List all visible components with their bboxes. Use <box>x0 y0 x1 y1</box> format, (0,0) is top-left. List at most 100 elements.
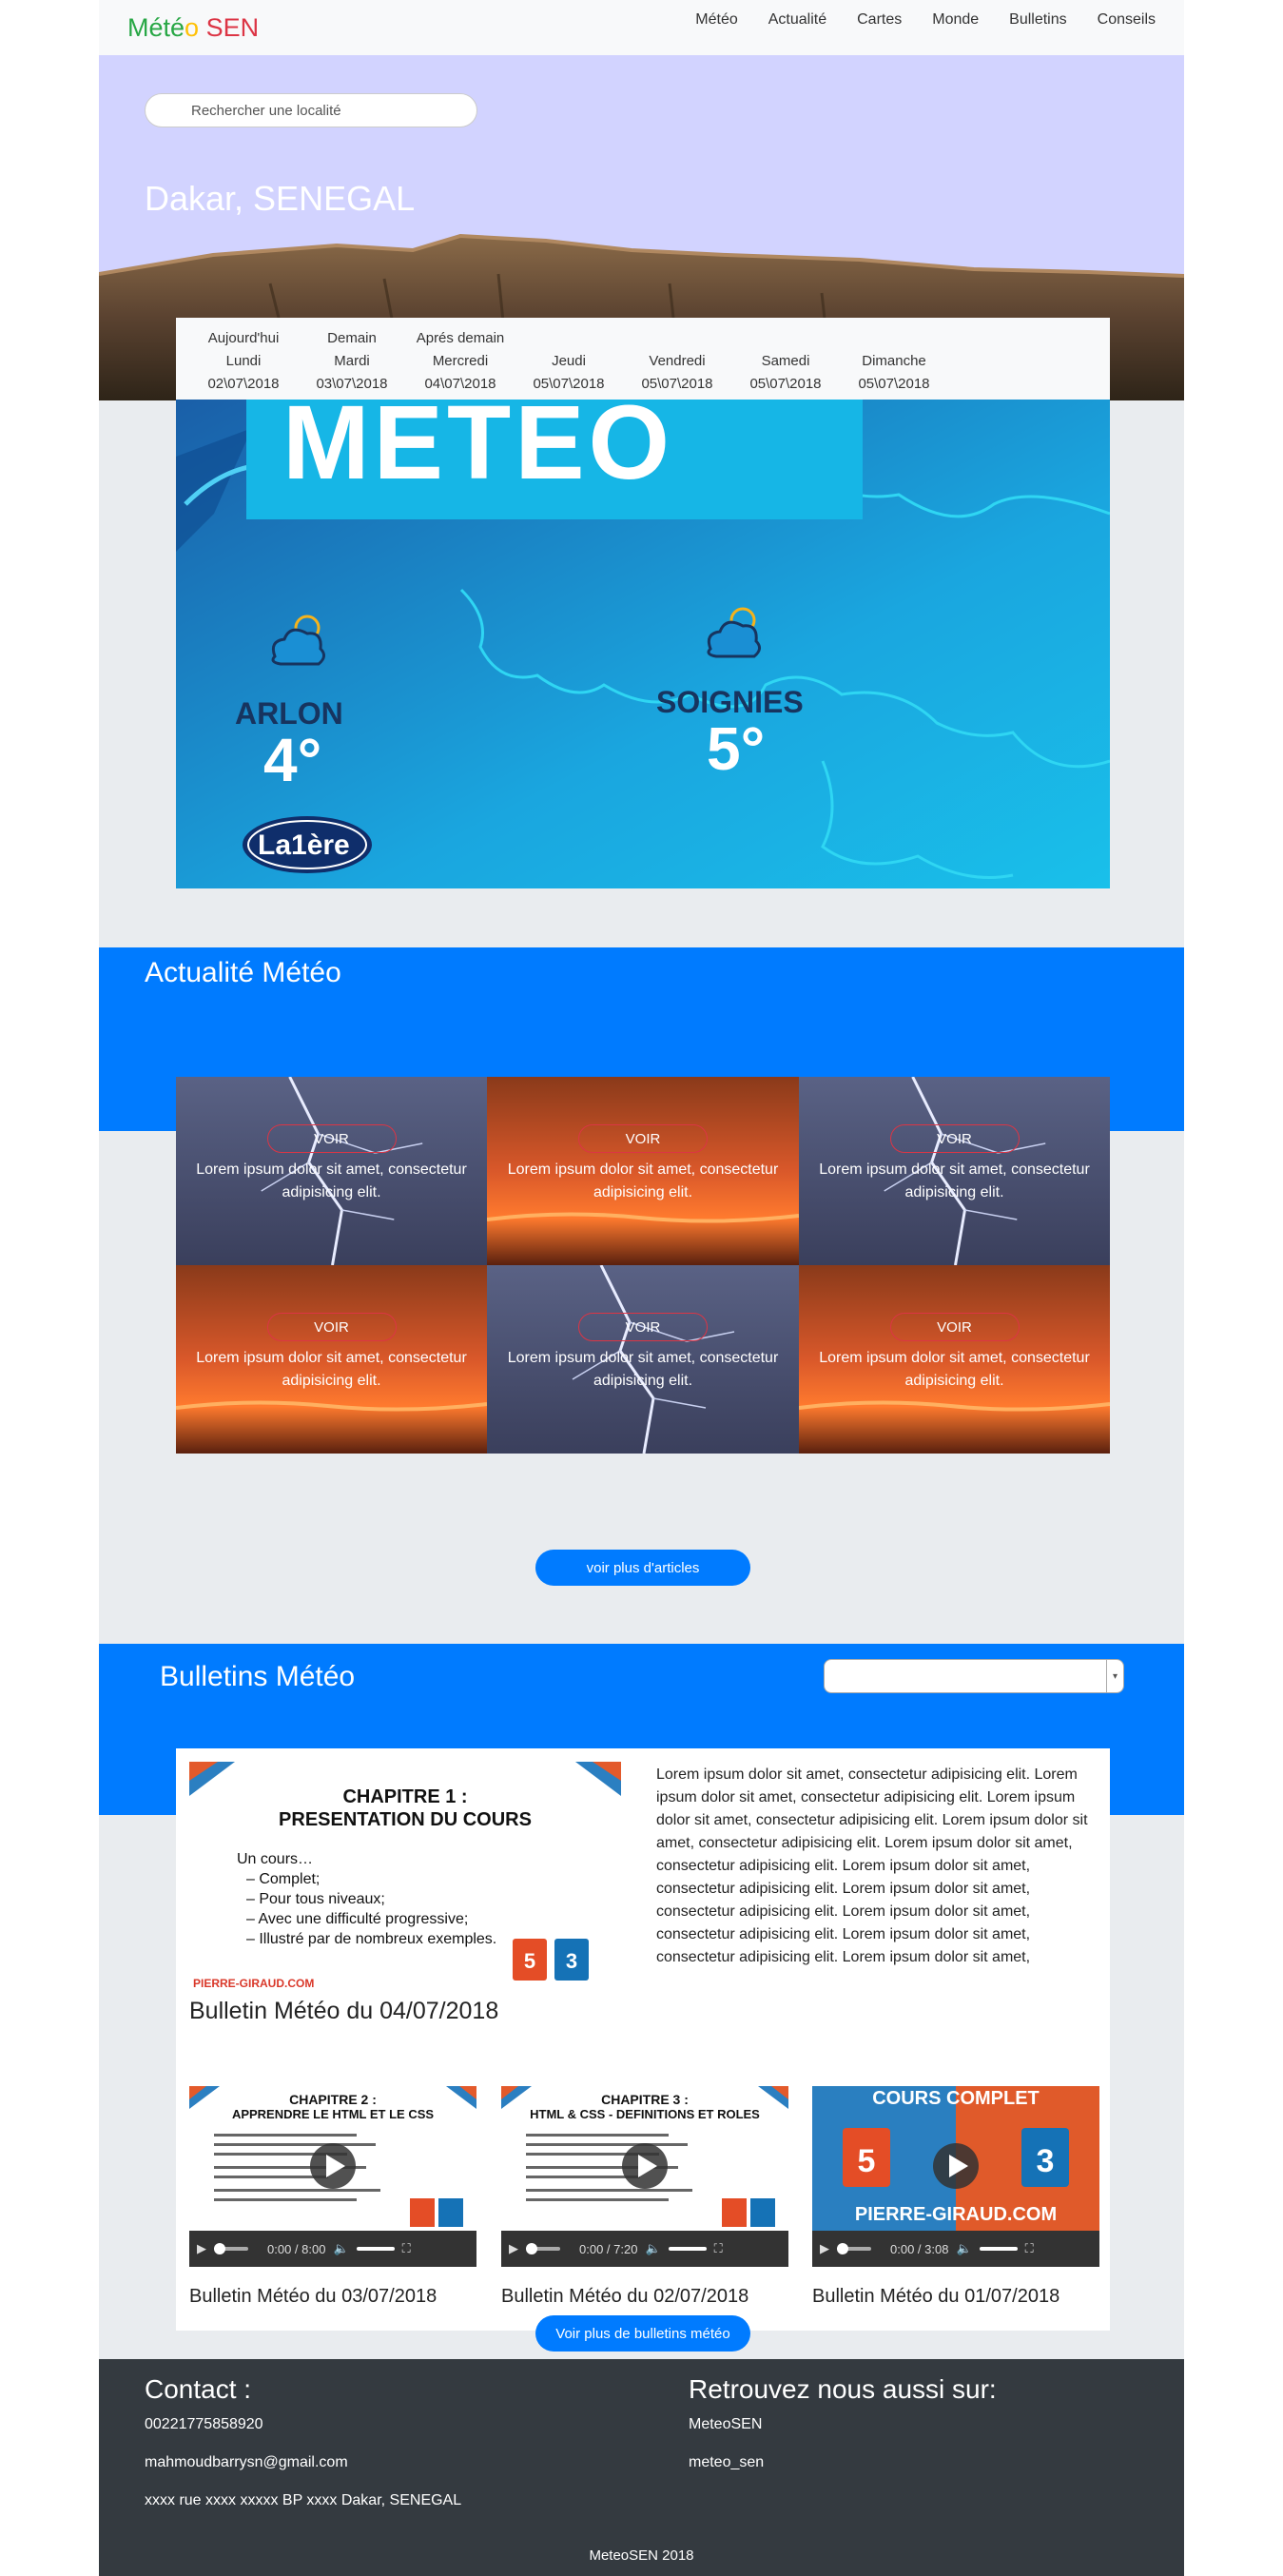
volume-slider[interactable] <box>979 2247 1018 2251</box>
video-controls: ▶ 0:00 / 8:00 🔈 ⛶ <box>189 2231 476 2267</box>
slide-site: PIERRE-GIRAUD.COM <box>193 1977 315 1990</box>
forecast-temp-2: 5° <box>707 714 766 783</box>
day-label: Aujourd'hui <box>207 330 280 346</box>
main-bulletin-text: Lorem ipsum dolor sit amet, consectetur … <box>656 1766 1088 1965</box>
social-link-1[interactable]: MeteoSEN <box>689 2416 762 2433</box>
nav-item-conseils[interactable]: Conseils <box>1098 11 1156 29</box>
slide-bullet: – Complet; <box>246 1871 321 1887</box>
nav-item-meteo[interactable]: Météo <box>695 11 737 29</box>
fullscreen-icon[interactable]: ⛶ <box>714 2241 723 2256</box>
more-bulletins-button[interactable]: Voir plus de bulletins météo <box>535 2315 750 2352</box>
day-tab[interactable]: Jeudi 05\07\2018 <box>515 327 623 400</box>
search-input[interactable]: Rechercher une localité <box>145 93 477 127</box>
video-label: Bulletin Météo du 01/07/2018 <box>812 2286 1060 2307</box>
contact-phone[interactable]: 00221775858920 <box>145 2416 263 2433</box>
news-card: VOIR Lorem ipsum dolor sit amet, consecte… <box>487 1265 799 1454</box>
day-tab[interactable]: Aujourd'hui Lundi 02\07\2018 <box>189 327 298 400</box>
day-tab[interactable]: Samedi 05\07\2018 <box>731 327 840 400</box>
nav-item-cartes[interactable]: Cartes <box>857 11 902 29</box>
volume-slider[interactable] <box>356 2247 395 2251</box>
video-label: Bulletin Météo du 02/07/2018 <box>501 2286 749 2307</box>
day-name: Dimanche <box>862 353 926 369</box>
svg-text:3: 3 <box>566 1949 577 1973</box>
volume-slider[interactable] <box>668 2247 707 2251</box>
voir-button[interactable]: VOIR <box>266 1124 397 1153</box>
nav-item-actualite[interactable]: Actualité <box>768 11 826 29</box>
progress-slider[interactable] <box>837 2243 871 2254</box>
fullscreen-icon[interactable]: ⛶ <box>1025 2241 1034 2256</box>
nav-item-bulletins[interactable]: Bulletins <box>1009 11 1066 29</box>
voir-button[interactable]: VOIR <box>889 1124 1020 1153</box>
news-card: VOIR Lorem ipsum dolor sit amet, consecte… <box>176 1265 487 1454</box>
voir-button[interactable]: VOIR <box>889 1313 1020 1341</box>
forecast-temp-1: 4° <box>263 726 322 794</box>
fullscreen-icon[interactable]: ⛶ <box>402 2241 411 2256</box>
day-label: Demain <box>327 330 377 346</box>
slide-bullets: Un cours… – Complet; – Pour tous niveaux… <box>237 1849 496 1949</box>
day-name: Jeudi <box>552 353 586 369</box>
volume-icon[interactable]: 🔈 <box>333 2241 348 2256</box>
day-date: 05\07\2018 <box>858 376 930 392</box>
social-title: Retrouvez nous aussi sur: <box>689 2374 997 2404</box>
forecast-banner: METEO <box>282 400 674 501</box>
day-date: 05\07\2018 <box>533 376 605 392</box>
contact-address: xxxx rue xxxx xxxxx BP xxxx Dakar, SENEG… <box>145 2492 462 2508</box>
day-tab[interactable]: Vendredi 05\07\2018 <box>623 327 731 400</box>
news-card-text: Lorem ipsum dolor sit amet, consectetur … <box>507 1161 779 1200</box>
news-card-text: Lorem ipsum dolor sit amet, consectetur … <box>196 1161 467 1200</box>
brand-part-1: Mété <box>127 12 185 42</box>
bulletin-video[interactable]: CHAPITRE 3 : HTML & CSS - DEFINITIONS ET … <box>501 2086 788 2267</box>
news-card-text: Lorem ipsum dolor sit amet, consectetur … <box>196 1350 467 1389</box>
volume-icon[interactable]: 🔈 <box>956 2241 971 2256</box>
bulletin-video[interactable]: CHAPITRE 2 : APPRENDRE LE HTML ET LE CSS ▶… <box>189 2086 476 2267</box>
news-grid: VOIR Lorem ipsum dolor sit amet, consecte… <box>176 1077 1110 1454</box>
bulletin-video[interactable]: 5 3 COURS COMPLET PIERRE-GIRAUD.COM ▶ 0:00 / … <box>812 2086 1099 2267</box>
slide-title-2: PRESENTATION DU COURS <box>279 1809 532 1830</box>
current-city: Dakar, SENEGAL <box>145 179 416 218</box>
news-card-text: Lorem ipsum dolor sit amet, consectetur … <box>819 1350 1090 1389</box>
news-card: VOIR Lorem ipsum dolor sit amet, consecte… <box>799 1265 1110 1454</box>
day-label <box>731 327 840 350</box>
nav-item-monde[interactable]: Monde <box>932 11 979 29</box>
news-card-text: Lorem ipsum dolor sit amet, consectetur … <box>819 1161 1090 1200</box>
day-date: 05\07\2018 <box>641 376 713 392</box>
day-tab[interactable]: Dimanche 05\07\2018 <box>840 327 948 400</box>
video-label: Bulletin Météo du 03/07/2018 <box>189 2286 437 2307</box>
bulletin-date-select[interactable]: ▾ <box>824 1659 1124 1693</box>
video-title-2: HTML & CSS - DEFINITIONS ET ROLES <box>530 2107 760 2121</box>
progress-slider[interactable] <box>526 2243 560 2254</box>
page: Météo SEN Météo Actualité Cartes Monde B… <box>99 0 1184 2576</box>
voir-button[interactable]: VOIR <box>266 1313 397 1341</box>
play-icon[interactable]: ▶ <box>197 2241 206 2256</box>
news-title: Actualité Météo <box>145 957 341 988</box>
footer: Contact : 00221775858920 mahmoudbarrysn@… <box>99 2359 1184 2576</box>
day-tabs: Aujourd'hui Lundi 02\07\2018 Demain Mardi 03… <box>176 318 1110 400</box>
nav-menu: Météo Actualité Cartes Monde Bulletins C… <box>695 0 1156 40</box>
voir-button[interactable]: VOIR <box>578 1313 708 1341</box>
forecast-image: METEO ARLON 4° SOIGNIES 5° La1ère <box>176 400 1110 888</box>
progress-slider[interactable] <box>214 2243 248 2254</box>
slide-bullet: Un cours… <box>237 1851 314 1867</box>
brand-logo[interactable]: Météo SEN <box>127 13 259 43</box>
main-bulletin-video[interactable]: 5 3 CHAPITRE 1 : PRESENTATION DU COURS U… <box>189 1762 621 2000</box>
day-date: 02\07\2018 <box>207 376 280 392</box>
day-tab[interactable]: Demain Mardi 03\07\2018 <box>298 327 406 400</box>
voir-button[interactable]: VOIR <box>578 1124 708 1153</box>
day-tab[interactable]: Aprés demain Mercredi 04\07\2018 <box>406 327 515 400</box>
play-icon[interactable]: ▶ <box>820 2241 829 2256</box>
news-card: VOIR Lorem ipsum dolor sit amet, consecte… <box>799 1077 1110 1265</box>
news-card-text: Lorem ipsum dolor sit amet, consectetur … <box>507 1350 779 1389</box>
svg-text:5: 5 <box>858 2143 876 2179</box>
copyright: MeteoSEN 2018 <box>589 2547 694 2564</box>
contact-email[interactable]: mahmoudbarrysn@gmail.com <box>145 2454 348 2471</box>
social-link-2[interactable]: meteo_sen <box>689 2454 764 2471</box>
day-name: Samedi <box>761 353 810 369</box>
play-icon[interactable]: ▶ <box>509 2241 518 2256</box>
brand-part-2: o <box>185 12 200 42</box>
slide-bullet: – Pour tous niveaux; <box>246 1891 385 1907</box>
volume-icon[interactable]: 🔈 <box>645 2241 660 2256</box>
news-card: VOIR Lorem ipsum dolor sit amet, consecte… <box>176 1077 487 1265</box>
more-articles-button[interactable]: voir plus d'articles <box>535 1550 750 1586</box>
main-bulletin-label: Bulletin Météo du 04/07/2018 <box>189 1998 499 2024</box>
day-label <box>623 327 731 350</box>
